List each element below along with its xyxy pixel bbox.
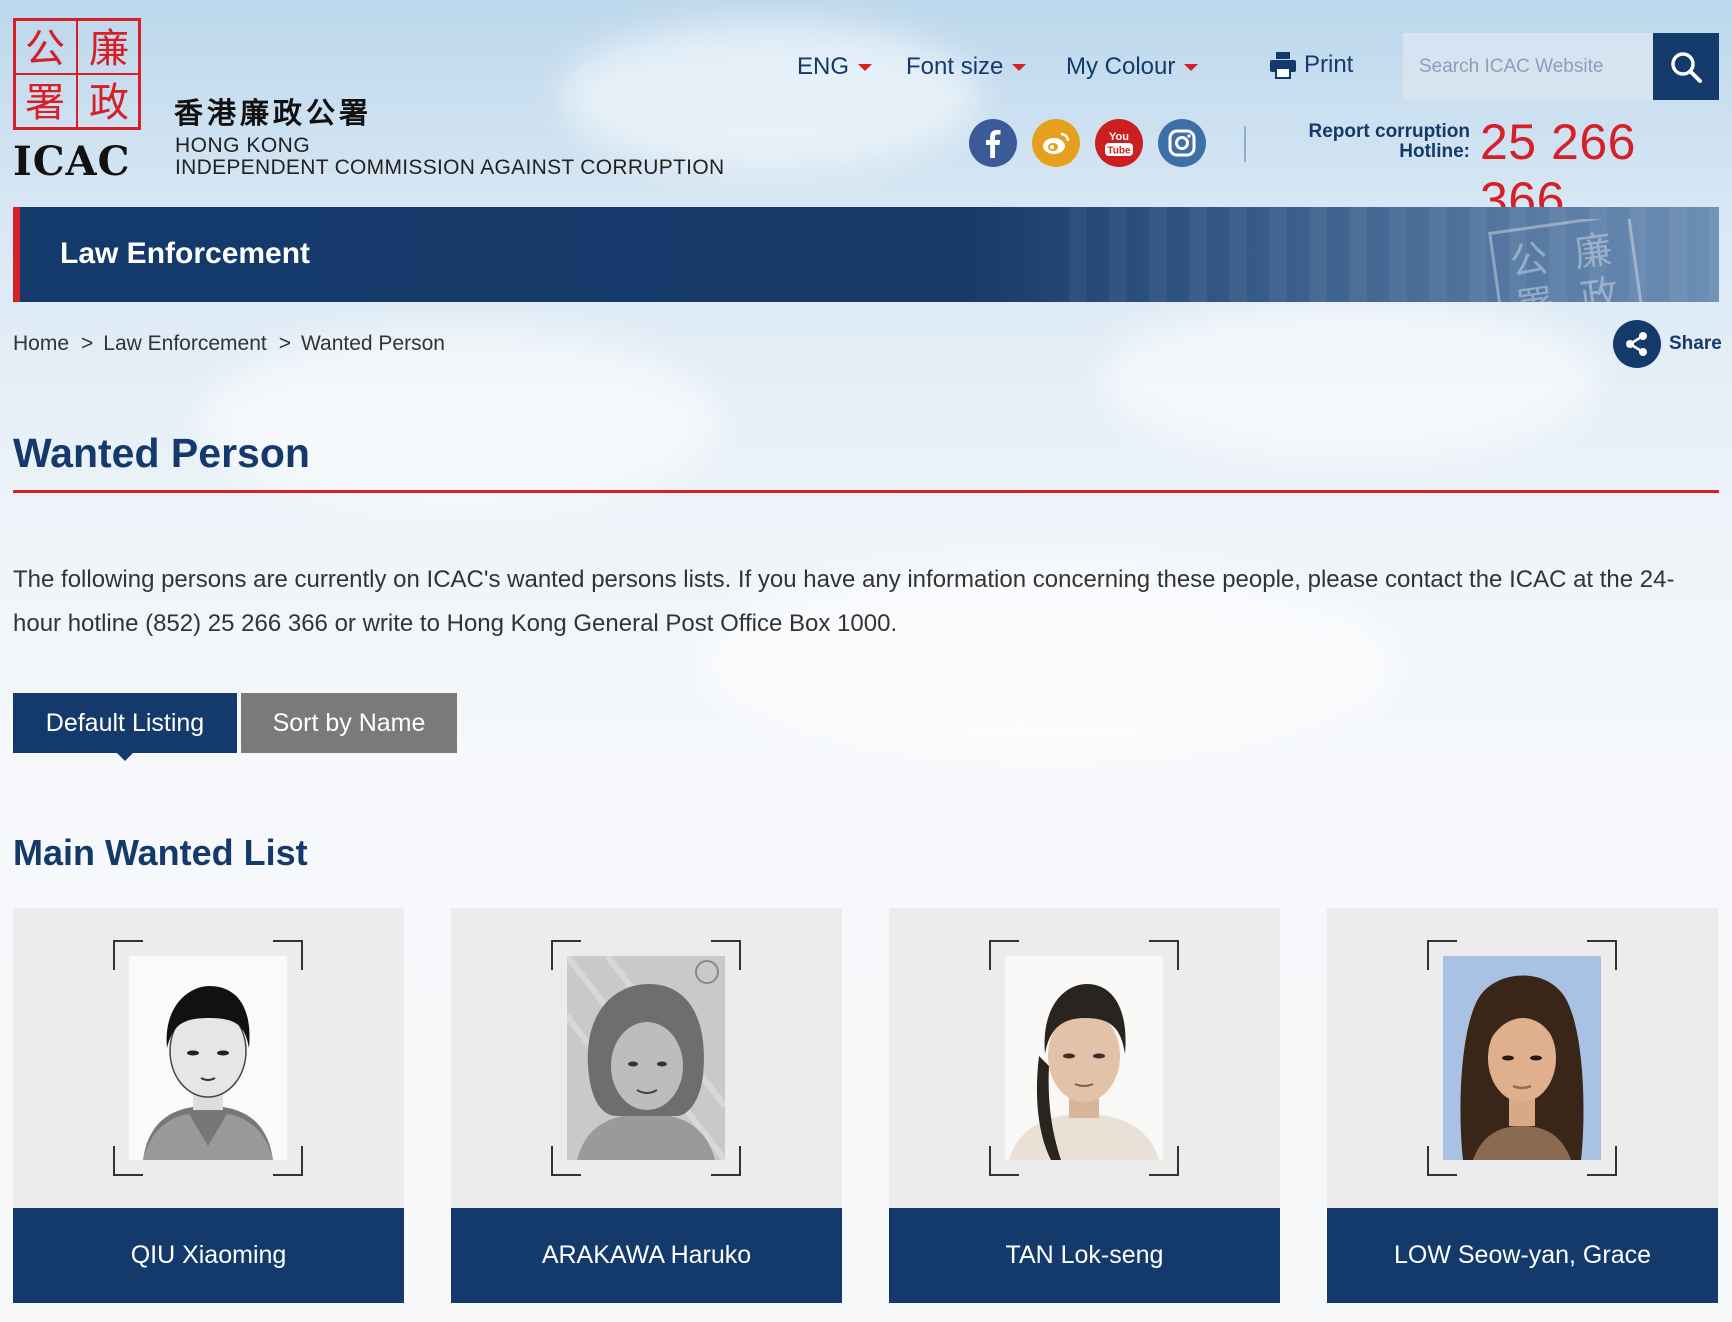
printer-icon	[1270, 52, 1296, 79]
wanted-person-card[interactable]: QIU Xiaoming	[13, 908, 404, 1303]
org-name-english-line2: INDEPENDENT COMMISSION AGAINST CORRUPTIO…	[175, 156, 725, 179]
print-button[interactable]: Print	[1268, 50, 1353, 80]
breadcrumb-home[interactable]: Home	[13, 332, 69, 356]
header-divider	[1244, 126, 1246, 162]
svg-text:政: 政	[89, 80, 129, 126]
person-photo	[1443, 956, 1601, 1160]
breadcrumb-separator: >	[278, 332, 291, 355]
svg-text:政: 政	[1578, 271, 1622, 302]
person-photo	[1005, 956, 1163, 1160]
banner-title: Law Enforcement	[60, 237, 311, 270]
wanted-person-card[interactable]: TAN Lok-seng	[889, 908, 1280, 1303]
colour-dropdown[interactable]: My Colour	[1066, 50, 1199, 84]
icac-seal-logo[interactable]: 公 廉 署 政	[13, 18, 141, 130]
share-label: Share	[1669, 333, 1722, 354]
svg-text:Tube: Tube	[1107, 146, 1131, 157]
person-name: QIU Xiaoming	[13, 1208, 404, 1303]
caret-down-icon	[1184, 63, 1199, 71]
main-wanted-list-title: Main Wanted List	[13, 832, 308, 873]
background-cloud	[1100, 300, 1600, 460]
tab-default-listing[interactable]: Default Listing	[13, 693, 237, 761]
caret-down-icon	[1012, 63, 1027, 71]
facebook-link[interactable]	[969, 119, 1017, 167]
page-title: Wanted Person	[13, 430, 310, 476]
weibo-link[interactable]	[1032, 119, 1080, 167]
instagram-link[interactable]	[1158, 119, 1206, 167]
photo-frame	[551, 940, 741, 1176]
person-name: LOW Seow-yan, Grace	[1327, 1208, 1718, 1303]
tab-default-listing-label: Default Listing	[45, 708, 205, 737]
breadcrumb-separator: >	[81, 332, 94, 355]
breadcrumb-current: Wanted Person	[300, 332, 445, 355]
svg-text:廉: 廉	[1571, 227, 1615, 276]
title-underline	[13, 490, 1719, 493]
font-size-dropdown[interactable]: Font size	[906, 50, 1027, 84]
tab-sort-by-name-label: Sort by Name	[272, 708, 426, 737]
colour-label: My Colour	[1066, 53, 1176, 80]
svg-text:公: 公	[1507, 236, 1551, 285]
hotline-label-line2: Hotline:	[1399, 141, 1470, 162]
svg-text:署: 署	[25, 80, 65, 126]
active-tab-pointer	[117, 753, 133, 761]
font-size-label: Font size	[906, 53, 1004, 80]
share-button[interactable]: Share	[1613, 320, 1722, 368]
icac-wordmark: ICAC	[13, 138, 131, 185]
caret-down-icon	[858, 63, 873, 71]
section-banner: Law Enforcement 公 廉 署 政	[13, 207, 1719, 302]
breadcrumb: Home > Law Enforcement > Wanted Person	[13, 332, 445, 356]
youtube-icon: You Tube	[1105, 131, 1133, 157]
person-photo	[567, 956, 725, 1160]
search-box	[1403, 33, 1719, 100]
intro-text: The following persons are currently on I…	[13, 566, 1675, 637]
background-cloud	[200, 330, 720, 510]
banner-seal-watermark: 公 廉 署 政	[1488, 219, 1645, 302]
print-label: Print	[1304, 51, 1354, 78]
org-name-chinese: 香港廉政公署	[174, 96, 373, 130]
wanted-person-card[interactable]: ARAKAWA Haruko	[451, 908, 842, 1303]
breadcrumb-law-enforcement[interactable]: Law Enforcement	[103, 332, 266, 356]
photo-frame	[989, 940, 1179, 1176]
search-icon	[1671, 51, 1702, 83]
facebook-icon	[986, 130, 1001, 158]
weibo-icon	[1043, 132, 1070, 154]
search-button[interactable]	[1653, 33, 1719, 100]
wanted-person-card[interactable]: LOW Seow-yan, Grace	[1327, 908, 1718, 1303]
photo-frame	[113, 940, 303, 1176]
org-name-english-line1: HONG KONG	[175, 134, 311, 157]
language-dropdown[interactable]: ENG	[797, 50, 873, 84]
share-icon	[1626, 332, 1647, 356]
share-icon-circle	[1613, 320, 1661, 368]
svg-text:廉: 廉	[89, 26, 129, 72]
language-label: ENG	[797, 53, 850, 80]
tab-sort-by-name[interactable]: Sort by Name	[241, 693, 457, 753]
instagram-icon	[1168, 129, 1196, 157]
person-photo	[129, 956, 287, 1160]
search-input[interactable]	[1403, 33, 1653, 100]
hotline-label: Report corruption Hotline:	[1300, 121, 1471, 162]
person-name: ARAKAWA Haruko	[451, 1208, 842, 1303]
youtube-link[interactable]: You Tube	[1095, 119, 1143, 167]
site-header: 公 廉 署 政 ICAC 香港廉政公署 HONG KONG INDEPENDEN…	[0, 0, 1732, 228]
svg-text:公: 公	[25, 26, 65, 72]
svg-text:You: You	[1109, 131, 1129, 143]
photo-frame	[1427, 940, 1617, 1176]
hotline-label-line1: Report corruption	[1308, 121, 1471, 142]
person-name: TAN Lok-seng	[889, 1208, 1280, 1303]
